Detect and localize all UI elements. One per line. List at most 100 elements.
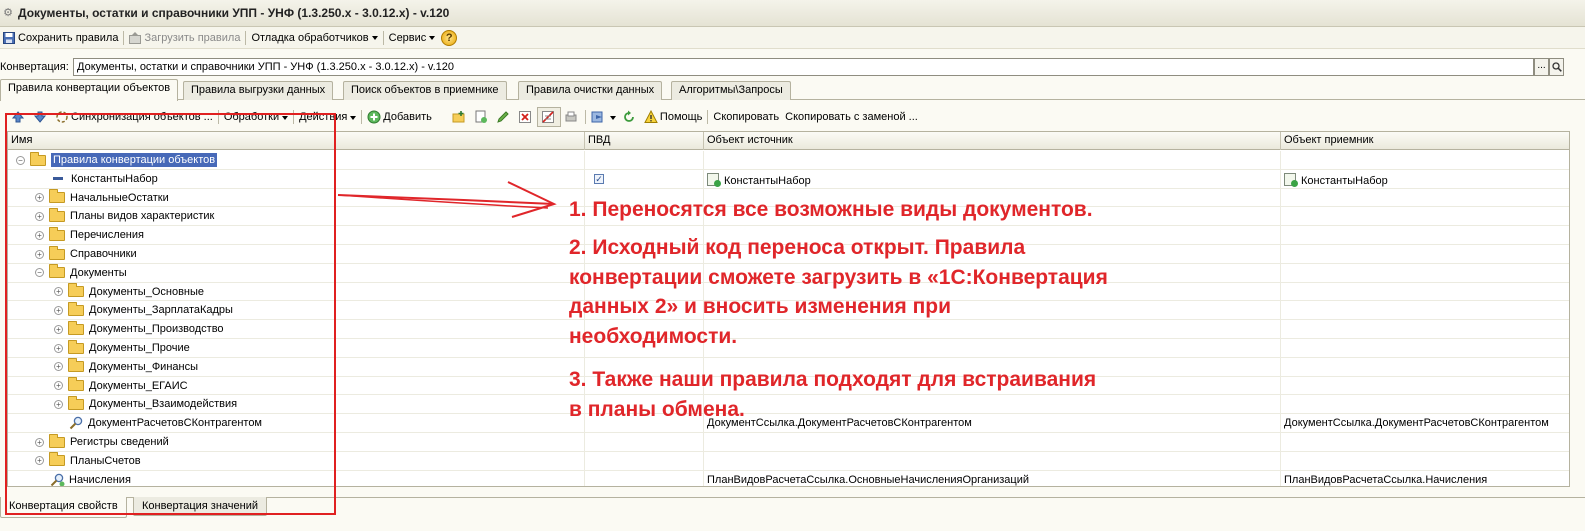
collapse-icon[interactable]: − — [16, 155, 25, 165]
expand-icon[interactable]: + — [54, 362, 63, 372]
column-header-target[interactable]: Объект приемник — [1281, 132, 1569, 150]
tab-data-export-rules[interactable]: Правила выгрузки данных — [183, 81, 334, 100]
move-up-button[interactable] — [8, 107, 30, 127]
cell-name: + Справочники — [8, 245, 585, 263]
sync-objects-button[interactable]: Синхронизация объектов ... — [52, 107, 216, 127]
expand-icon[interactable]: + — [35, 211, 44, 221]
copy-replace-button[interactable]: Скопировать с заменой ... — [782, 107, 921, 127]
tree-row[interactable]: − Правила конвертации объектов — [8, 151, 1569, 170]
conversion-field[interactable]: Документы, остатки и справочники УПП - У… — [73, 58, 1534, 76]
cell-pvd[interactable] — [585, 433, 704, 451]
save-rules-button[interactable]: Сохранить правила — [0, 28, 121, 48]
magnifier-icon — [1551, 62, 1562, 72]
dropdown-arrow-icon — [282, 115, 289, 120]
cell-target: ПланВидовРасчетаСсылка.Начисления — [1281, 471, 1569, 486]
tab-value-conversion[interactable]: Конвертация значений — [133, 497, 268, 516]
expand-icon[interactable]: + — [54, 381, 63, 391]
separator — [707, 110, 709, 124]
tree-row[interactable]: + ПланыСчетов — [8, 451, 1569, 471]
column-header-pvd[interactable]: ПВД — [585, 132, 704, 150]
add-group-button[interactable] — [449, 107, 471, 127]
expand-icon[interactable]: + — [35, 456, 44, 466]
cell-pvd[interactable] — [585, 451, 704, 470]
column-header-source[interactable]: Объект источник — [704, 132, 1281, 150]
rule-icon — [53, 177, 63, 181]
separator — [245, 30, 247, 45]
expand-icon[interactable]: + — [54, 399, 63, 409]
expand-icon[interactable]: + — [54, 324, 63, 334]
rule-name: Документы_Производство — [89, 323, 224, 336]
document-icon — [707, 172, 721, 187]
conversion-open-button[interactable] — [1549, 58, 1564, 76]
rule-name: ПланыСчетов — [70, 454, 141, 467]
cell-name: Начисления — [8, 470, 585, 486]
edit-button[interactable] — [493, 107, 515, 127]
help-button[interactable]: ? — [438, 28, 460, 48]
cell-source — [704, 451, 1281, 470]
refresh-button[interactable] — [619, 107, 641, 127]
cell-pvd[interactable] — [585, 151, 704, 169]
column-header-name[interactable]: Имя — [8, 132, 585, 150]
cell-name: + Регистры сведений — [8, 433, 585, 451]
dropdown-arrow-icon — [371, 36, 378, 40]
print-button[interactable] — [561, 107, 583, 127]
tab-object-conversion-rules[interactable]: Правила конвертации объектов — [0, 79, 179, 101]
expand-icon[interactable]: + — [35, 193, 44, 203]
handlers-menu[interactable]: Обработки — [221, 107, 291, 127]
delete-button[interactable] — [515, 107, 537, 127]
app-icon: ⚙ — [3, 7, 13, 19]
expand-icon[interactable]: + — [54, 343, 63, 353]
bottom-tabs: Конвертация свойств Конвертация значений — [0, 497, 1585, 518]
cell-target — [1281, 151, 1569, 169]
expand-icon[interactable]: + — [35, 249, 44, 259]
target-object: КонстантыНабор — [1301, 174, 1388, 187]
folder-icon — [49, 264, 65, 279]
tree-row[interactable]: КонстантыНабор ✓ КонстантыНабор КонстантыНа… — [8, 169, 1569, 189]
cell-name: ДокументРасчетовСКонтрагентом — [8, 414, 585, 433]
debug-handlers-menu[interactable]: Отладка обработчиков — [248, 28, 380, 48]
load-rules-button[interactable]: Загрузить правила — [126, 28, 243, 48]
copy-item-button[interactable] — [471, 107, 493, 127]
conversion-row: Конвертация: Документы, остатки и справо… — [0, 57, 1585, 77]
tab-data-cleanup-rules[interactable]: Правила очистки данных — [518, 81, 663, 100]
cell-pvd[interactable]: ✓ — [585, 169, 704, 188]
mark-delete-button[interactable] — [536, 107, 561, 127]
rule-name: Документы_Взаимодействия — [89, 398, 238, 411]
rule-name: Регистры сведений — [70, 436, 169, 448]
refresh-icon — [624, 110, 634, 122]
tab-algorithms-queries[interactable]: Алгоритмы\Запросы — [671, 81, 791, 100]
cell-source — [704, 151, 1281, 169]
move-down-button[interactable] — [30, 107, 52, 127]
cell-pvd[interactable] — [585, 470, 704, 486]
output-menu[interactable] — [588, 107, 619, 127]
copy-button[interactable]: Скопировать — [710, 107, 782, 127]
target-object: ДокументСсылка.ДокументРасчетовСКонтраге… — [1284, 417, 1549, 430]
tree-row[interactable]: + Регистры сведений — [8, 433, 1569, 452]
service-menu[interactable]: Сервис — [386, 28, 439, 48]
help-icon: ? — [441, 29, 458, 46]
actions-menu[interactable]: Действия — [296, 107, 359, 127]
folder-icon — [68, 320, 84, 335]
tab-object-search[interactable]: Поиск объектов в приемнике — [343, 81, 507, 100]
collapse-icon[interactable]: − — [35, 268, 44, 278]
expand-icon[interactable]: + — [54, 287, 63, 297]
folder-icon — [49, 189, 65, 204]
cell-name: + Документы_Финансы — [8, 357, 585, 376]
grid-header: Имя ПВД Объект источник Объект приемник — [8, 132, 1569, 150]
conversion-select-button[interactable]: ... — [1534, 58, 1549, 76]
cell-target: КонстантыНабор — [1281, 170, 1569, 188]
add-button[interactable]: Добавить — [364, 107, 435, 127]
expand-icon[interactable]: + — [35, 437, 44, 447]
folder-icon — [49, 245, 65, 260]
tree-row[interactable]: Начисления ПланВидовРасчетаСсылка.Основны… — [8, 470, 1569, 486]
cell-target — [1281, 452, 1569, 470]
cell-source: ПланВидовРасчетаСсылка.ОсновныеНачислени… — [704, 470, 1281, 486]
rule-name: Документы_Основные — [89, 285, 205, 298]
pvd-checkbox[interactable]: ✓ — [594, 173, 604, 184]
expand-icon[interactable]: + — [35, 230, 44, 240]
tab-property-conversion[interactable]: Конвертация свойств — [0, 497, 127, 518]
rule-name: Документы — [70, 266, 127, 279]
help-link-button[interactable]: Помощь — [641, 107, 706, 127]
rule-name: КонстантыНабор — [71, 172, 158, 185]
expand-icon[interactable]: + — [54, 305, 63, 315]
